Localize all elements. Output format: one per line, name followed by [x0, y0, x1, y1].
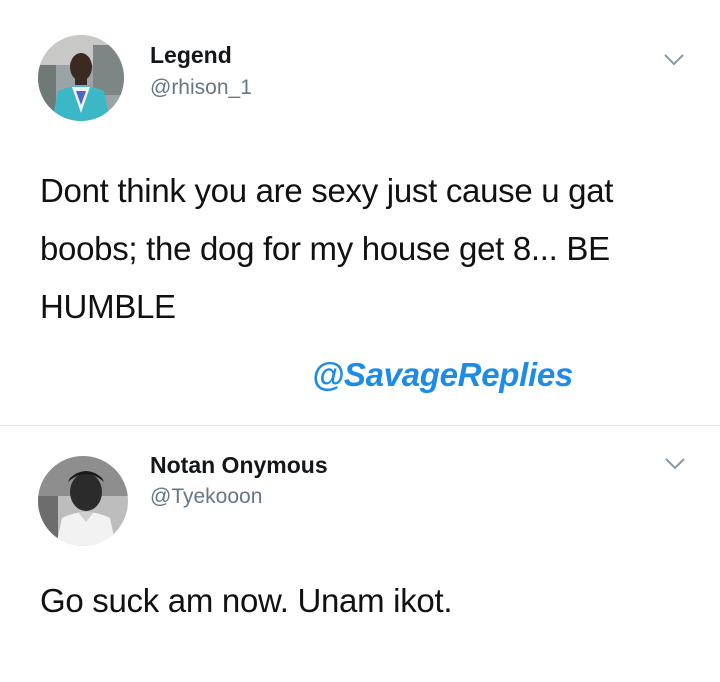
watermark: @SavageReplies: [312, 356, 573, 393]
avatar-photo: [38, 35, 124, 121]
chevron-down-icon[interactable]: [664, 457, 686, 471]
tweet-original: Legend @rhison_1 Dont think you are sexy…: [0, 0, 720, 425]
display-name[interactable]: Legend: [150, 42, 232, 69]
tweet-reply: Notan Onymous @Tyekooon Go suck am now. …: [0, 426, 720, 682]
user-handle[interactable]: @Tyekooon: [150, 485, 262, 509]
tweet-text: Go suck am now. Unam ikot.: [40, 582, 453, 619]
avatar[interactable]: [38, 35, 124, 121]
avatar-photo: [38, 456, 128, 546]
user-handle[interactable]: @rhison_1: [150, 76, 252, 100]
chevron-down-icon[interactable]: [663, 53, 685, 67]
display-name[interactable]: Notan Onymous: [150, 452, 328, 479]
avatar[interactable]: [38, 456, 128, 546]
tweet-text: Dont think you are sexy just cause u gat…: [40, 172, 614, 325]
